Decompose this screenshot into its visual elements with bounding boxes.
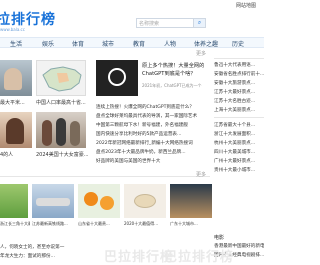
feature-title[interactable]: ChatGPT到底是个啥？ [142, 70, 214, 77]
bottom-line[interactable]: 年龙大生力：面试的那份... [0, 253, 100, 259]
map-thumb[interactable] [36, 60, 86, 96]
left-thumb-1[interactable] [0, 60, 32, 96]
sitemap-link[interactable]: 网站地图 [236, 2, 256, 9]
people-thumb[interactable] [36, 112, 86, 148]
search-icon: ⌕ [197, 19, 202, 26]
bottom-thumb-2[interactable] [32, 184, 74, 218]
more-link[interactable]: 更多 [196, 171, 206, 178]
nav-item[interactable]: 教育 [133, 39, 145, 48]
divider [0, 176, 210, 177]
left-caption[interactable]: 中国人口率最高十省... [36, 99, 88, 106]
bowl-icon [134, 194, 156, 208]
news-item[interactable]: 连续上热搜！火爆全网的ChatGPT到底是什么？ [96, 104, 212, 110]
right-item[interactable]: 杭州十大美丽景点... [214, 140, 264, 146]
search-button[interactable]: ⌕ [194, 18, 206, 28]
header: 拉排行榜 www.bala.cc 名称搜索 ⌕ 网站地图 [0, 0, 264, 36]
china-map-icon [42, 66, 82, 92]
site-url: www.bala.cc [0, 27, 25, 32]
search-input[interactable]: 名称搜索 [136, 18, 194, 28]
right-item[interactable]: 鲁迅十大代表用语... [214, 62, 264, 68]
left-caption[interactable]: 2024美国十大女富豪... [36, 151, 88, 158]
portrait-icon [6, 118, 24, 144]
left-caption[interactable]: 最大平米... [0, 99, 32, 106]
nav-item[interactable]: 体育 [72, 39, 84, 48]
news-item[interactable]: 好品牌的美国与美国的世界十大 [96, 158, 212, 164]
orange-icon [100, 196, 114, 210]
news-item[interactable]: 国内快速分享比利时好的5款产品运营表... [96, 131, 212, 137]
bottom-line[interactable]: 人，何晓女士的，甚至亦说第一 [0, 244, 100, 250]
chatgpt-thumb[interactable] [96, 60, 138, 96]
news-item[interactable]: 盘点2023年十大最品牌牛奶，新西兰品牌... [96, 149, 212, 155]
nav-item[interactable]: 娱乐 [42, 39, 54, 48]
more-link[interactable]: 更多 [196, 50, 206, 57]
feature-meta: 2021年初，ChatGPT已成为一个 [142, 83, 202, 88]
right-item[interactable]: 广州十大最好景点... [214, 158, 264, 164]
nav-item[interactable]: 历史 [232, 39, 244, 48]
right-item[interactable]: 上海十大美丽景点... [214, 107, 264, 113]
bottom-thumb-5[interactable] [170, 184, 212, 218]
bottom-thumb-4[interactable] [124, 184, 166, 218]
search-placeholder: 名称搜索 [139, 21, 160, 27]
right-item[interactable]: 江苏十大名胜古迹... [214, 98, 264, 104]
news-item[interactable]: 盘点全球好莱坞最具代表的导演，其一家国际艺术 [96, 113, 212, 119]
left-thumb-3[interactable] [0, 112, 32, 148]
right-item[interactable]: 四川十大最美城市... [214, 149, 264, 155]
feature-title[interactable]: 原上多个热搜！大量全网的 [142, 62, 214, 69]
right-item[interactable]: 江苏省最大十个县... [214, 122, 264, 128]
bottom-caption[interactable]: 2020十大最值得... [124, 221, 168, 227]
train-icon [36, 198, 70, 206]
divider [214, 117, 264, 118]
bottom-thumb-3[interactable] [78, 184, 120, 218]
person-icon [56, 118, 66, 146]
right-item[interactable]: 安徽省名胜点排行前十... [214, 71, 264, 77]
site-logo[interactable]: 拉排行榜 [0, 9, 56, 29]
right-item[interactable]: 浙江十大发展面积... [214, 131, 264, 137]
bottom-caption[interactable]: 广东十大城市... [170, 221, 214, 227]
bottom-caption[interactable]: 江苏最新高铁线路... [32, 221, 76, 227]
section-title: 电影 [214, 235, 225, 241]
orange-icon [84, 192, 98, 206]
bottom-thumb-1[interactable] [0, 184, 28, 218]
right-item[interactable]: 贵州十大最小城市... [214, 167, 264, 173]
nav-item[interactable]: 生活 [10, 39, 22, 48]
watermark: 巴拉排行榜 [164, 250, 235, 265]
left-caption: 4的人 [0, 152, 14, 158]
main-nav: 生活 娱乐 体育 城市 教育 人物 体养之趣 历史 [0, 37, 264, 48]
right-item[interactable]: 江苏十大最好景点... [214, 89, 264, 95]
news-item[interactable]: 中国第三颗航母下水！新号福建，外名福建舰 [96, 122, 212, 128]
person-icon [42, 120, 52, 146]
nav-item[interactable]: 体养之趣 [194, 39, 218, 48]
person-icon [70, 121, 80, 146]
bottom-caption[interactable]: 山东省十大最贵... [78, 221, 122, 227]
news-item[interactable]: 2022年新冠网络最新排行_新编十大网络热搜词 [96, 140, 212, 146]
chatgpt-logo-icon [108, 68, 126, 86]
portrait-icon [4, 68, 22, 90]
bottom-caption[interactable]: 浙江长三角十大最... [0, 221, 30, 227]
divider [214, 58, 264, 59]
right-item[interactable]: 安徽十大旅游景点... [214, 80, 264, 86]
nav-item[interactable]: 城市 [102, 39, 114, 48]
nav-item[interactable]: 人物 [164, 39, 176, 48]
